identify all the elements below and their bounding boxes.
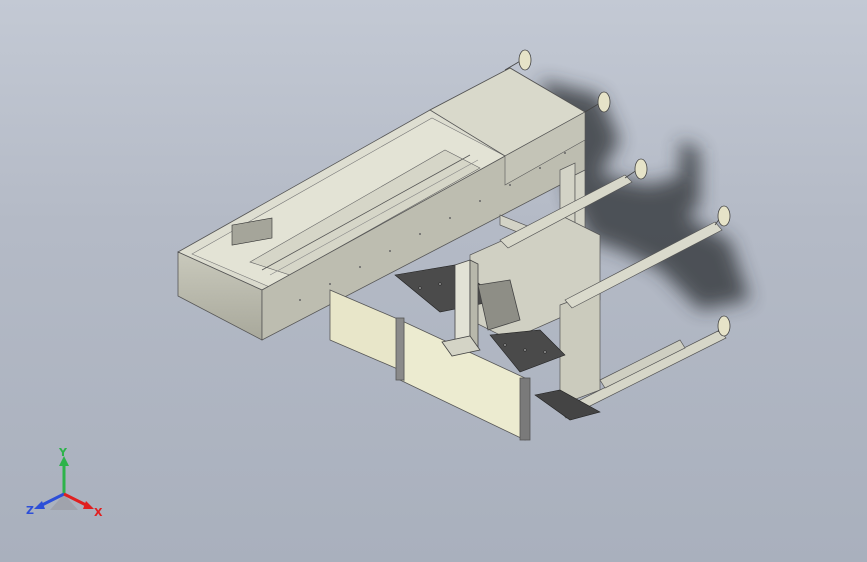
machine-assembly-model[interactable] xyxy=(0,0,867,562)
x-axis-label: X xyxy=(94,506,103,519)
orientation-triad: Y Z X xyxy=(26,446,103,519)
z-axis-label: Z xyxy=(26,504,34,517)
cad-viewport[interactable]: Y Z X xyxy=(0,0,867,562)
y-axis-label: Y xyxy=(58,446,68,459)
